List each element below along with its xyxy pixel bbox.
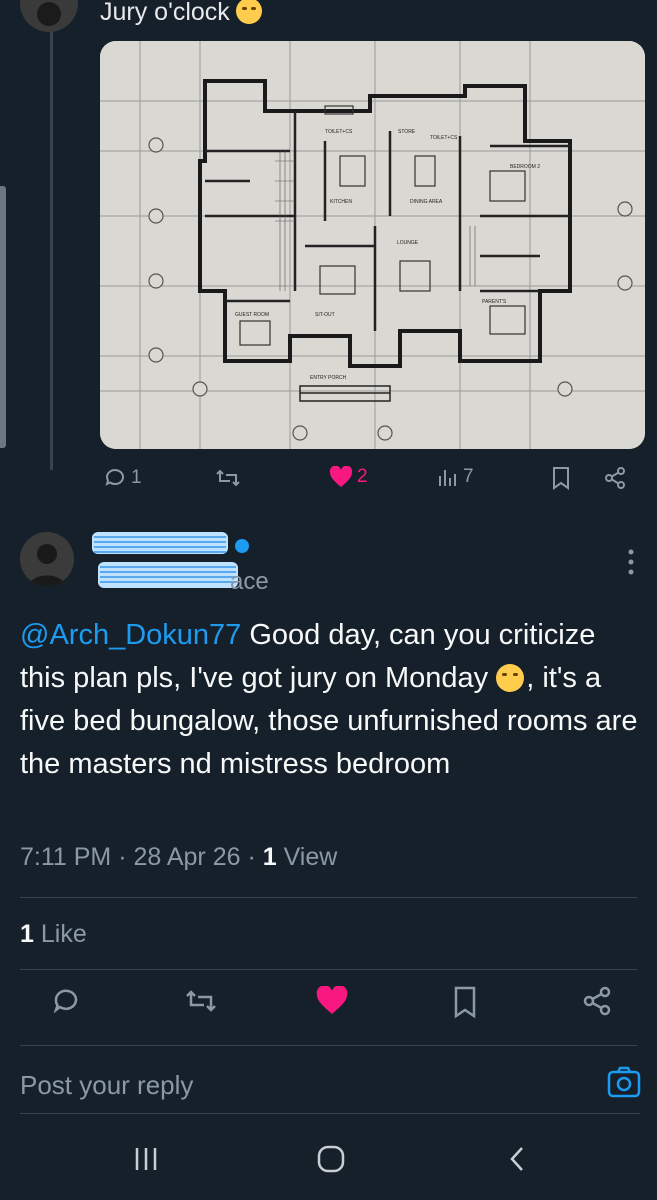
reply-icon [53, 989, 78, 1014]
reply-button-large[interactable] [52, 986, 82, 1021]
reply-tweet-text: @Arch_Dokun77 Good day, can you criticiz… [20, 614, 640, 786]
views-chart-icon [439, 470, 456, 486]
label-bedroom2: BEDROOM 2 [510, 164, 540, 170]
heart-filled-icon [316, 985, 348, 1014]
heart-filled-icon [329, 466, 353, 487]
reply-count: 1 [131, 467, 142, 488]
divider-top [20, 897, 637, 898]
reply-button[interactable]: 1 [103, 466, 142, 490]
views-button[interactable]: 7 [437, 466, 474, 488]
camera-button[interactable] [607, 1066, 641, 1103]
tweet-metadata: 7:11 PM · 28 Apr 26 · 1 View [20, 843, 337, 872]
parent-tweet-text: Jury o'clock [100, 0, 262, 27]
home-button[interactable] [315, 1144, 347, 1179]
smiling-face-with-tear-emoji [496, 664, 525, 692]
reply-input[interactable] [20, 1065, 580, 1105]
like-button-large[interactable] [316, 985, 348, 1021]
bookmark-icon [454, 986, 476, 1019]
more-options-button[interactable] [619, 545, 643, 579]
kebab-menu-icon [628, 549, 634, 575]
recent-apps-button[interactable] [133, 1144, 159, 1179]
recent-apps-icon [135, 1148, 157, 1170]
parent-author-avatar[interactable] [20, 0, 78, 32]
likes-summary[interactable]: 1 Like [20, 920, 87, 949]
bookmark-button-large[interactable] [452, 986, 478, 1023]
label-lounge: LOUNGE [397, 240, 419, 246]
reply-icon [105, 469, 124, 486]
view-label: View [283, 843, 338, 871]
label-toilet2: TOILET+CS [430, 135, 458, 141]
bookmark-icon [553, 467, 569, 490]
parent-tweet-text-content: Jury o'clock [100, 0, 230, 26]
view-count: 1 [262, 843, 277, 871]
label-guest: GUEST ROOM [235, 312, 269, 318]
label-dining: DINING AREA [410, 199, 443, 205]
handle-fragment: ace [230, 568, 269, 595]
label-toilet: TOILET+CS [325, 129, 353, 135]
composer-underline [20, 1113, 640, 1114]
verified-badge-icon [235, 539, 249, 553]
tweet-date[interactable]: 28 Apr 26 [133, 843, 240, 871]
retweet-button[interactable] [215, 466, 241, 490]
label-store: STORE [398, 129, 416, 135]
share-icon [583, 986, 611, 1016]
parent-tweet-actions: 1 2 7 [103, 466, 633, 500]
divider-bottom [20, 969, 637, 970]
divider-composer [20, 1045, 637, 1046]
share-button-large[interactable] [582, 986, 612, 1021]
retweet-icon [216, 469, 240, 487]
likes-label: Like [40, 920, 87, 948]
retweet-icon [186, 990, 216, 1012]
mention-link[interactable]: @Arch_Dokun77 [20, 619, 241, 651]
bookmark-button[interactable] [551, 466, 571, 490]
reply-author-avatar[interactable] [20, 532, 74, 586]
back-chevron-icon [510, 1147, 523, 1171]
label-kitchen: KITCHEN [330, 199, 352, 205]
label-entry: ENTRY PORCH [310, 375, 347, 381]
label-parents: PARENT'S [482, 299, 507, 305]
reply-composer [0, 1049, 657, 1121]
reply-tweet-actions [0, 985, 657, 1030]
tweet-time[interactable]: 7:11 PM [20, 843, 111, 871]
meta-separator: · [111, 843, 134, 871]
meta-separator-2: · [240, 843, 263, 871]
sneezing-face-emoji [235, 0, 262, 24]
camera-icon [607, 1066, 641, 1098]
thread-connector-line [50, 0, 53, 470]
label-sitout: SIT-OUT [315, 312, 335, 318]
back-button[interactable] [504, 1144, 530, 1179]
share-icon [605, 467, 625, 489]
home-icon [317, 1145, 345, 1173]
like-button[interactable]: 2 [329, 466, 368, 488]
views-count: 7 [463, 466, 474, 487]
android-nav-bar [0, 1122, 657, 1200]
share-button[interactable] [603, 466, 627, 490]
likes-count: 1 [20, 920, 34, 948]
retweet-button-large[interactable] [184, 986, 218, 1021]
floor-plan-image[interactable]: TOILET+CS STORE TOILET+CS KITCHEN DINING… [100, 41, 645, 449]
scrollbar[interactable] [0, 186, 6, 448]
like-count: 2 [357, 466, 368, 487]
